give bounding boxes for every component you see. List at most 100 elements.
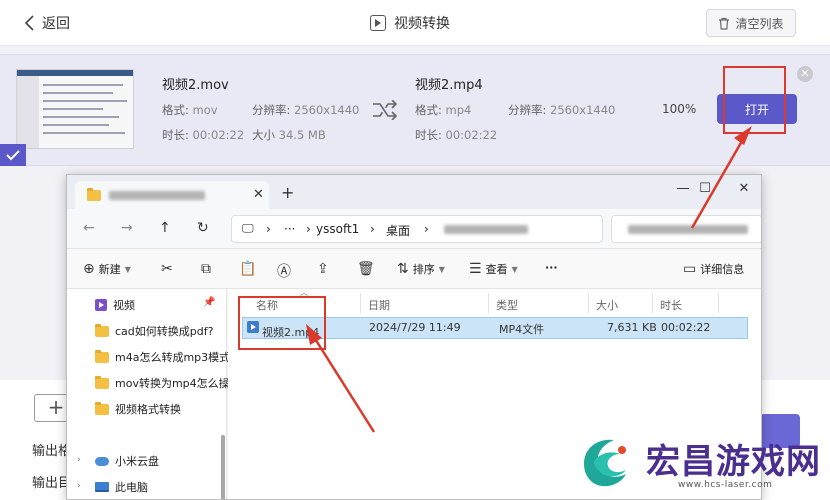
selected-check-badge[interactable] [0, 144, 26, 166]
file-duration: 00:02:22 [661, 321, 711, 334]
paste-button[interactable]: 📋 [239, 261, 256, 277]
expand-chevron-icon[interactable]: › [77, 481, 81, 491]
source-size: 大小 34.5 MB [252, 128, 326, 142]
forward-arrow-icon[interactable]: → [121, 220, 133, 236]
pin-icon: 📌 [203, 297, 216, 308]
target-format: 格式: mp4 [415, 103, 472, 117]
details-label: 详细信息 [700, 263, 745, 276]
trash-icon: 🗑 [357, 261, 375, 277]
app-title: 视频转换 [370, 13, 450, 33]
share-icon: ⇪ [317, 261, 329, 277]
computer-icon: 🖵 [242, 221, 254, 235]
nav-item-label: 视频 [113, 299, 135, 312]
window-close-icon[interactable]: ✕ [734, 181, 754, 196]
column-header-date[interactable]: 日期 [368, 297, 390, 313]
view-button[interactable]: ☰ 查看 ▼ [469, 261, 518, 277]
more-button[interactable]: ··· [545, 261, 558, 274]
sort-icon: ⇅ [397, 261, 409, 277]
address-bar[interactable]: 🖵 › ··· › yssoft1 › 桌面 › [231, 215, 603, 243]
search-box[interactable] [611, 215, 761, 243]
breadcrumb-sep: › [306, 222, 311, 236]
breadcrumb-user[interactable]: yssoft1 [316, 222, 359, 236]
chevron-left-icon [24, 15, 34, 31]
nav-item-folder[interactable]: mov转换为mp4怎么操作 [95, 375, 241, 391]
source-format: 格式: mov [162, 103, 218, 117]
view-list-icon: ☰ [469, 261, 482, 277]
back-arrow-icon[interactable]: ← [83, 220, 95, 236]
clear-list-label: 清空列表 [735, 16, 784, 31]
breadcrumb-desktop[interactable]: 桌面 [386, 222, 410, 239]
column-header-type[interactable]: 类型 [496, 297, 518, 313]
cut-button[interactable]: ✂ [161, 261, 173, 277]
nav-item-cloud[interactable]: 小米云盘 [95, 453, 159, 469]
sort-button[interactable]: ⇅ 排序 ▼ [397, 261, 445, 277]
source-resolution: 分辨率: 2560x1440 [252, 103, 360, 117]
progress-percent: 100% [662, 102, 697, 116]
breadcrumb-sep: › [370, 222, 375, 236]
more-icon: ··· [545, 261, 558, 274]
file-date: 2024/7/29 11:49 [369, 321, 461, 334]
scissors-icon: ✂ [161, 261, 173, 277]
nav-item-label: 小米云盘 [115, 455, 159, 468]
cloud-icon [95, 456, 109, 466]
copy-icon: ⧉ [201, 261, 211, 277]
command-bar: ⊕ 新建 ▼ ✂ ⧉ 📋 Ⓐ ⇪ 🗑 ⇅ 排序 ▼ ☰ 查看 ▼ ··· ▭ 详… [67, 249, 761, 289]
new-button[interactable]: ⊕ 新建 ▼ [83, 261, 131, 277]
video-folder-icon [95, 299, 107, 311]
column-header-size[interactable]: 大小 [596, 297, 618, 313]
target-file-name: 视频2.mp4 [415, 78, 483, 93]
computer-icon [95, 482, 109, 492]
file-type: MP4文件 [499, 323, 545, 336]
annotation-box-file [238, 296, 326, 350]
chevron-down-icon: ▼ [124, 264, 131, 274]
explorer-titlebar: ✕ + — ☐ ✕ [67, 175, 761, 209]
annotation-box-open-button [723, 66, 786, 134]
page-title: 视频转换 [394, 16, 450, 32]
rename-button[interactable]: Ⓐ [277, 261, 291, 281]
search-placeholder-blurred [628, 225, 748, 234]
copy-button[interactable]: ⧉ [201, 261, 211, 277]
file-size: 7,631 KB [607, 321, 657, 334]
minimize-icon[interactable]: — [673, 181, 693, 196]
nav-item-this-pc[interactable]: 此电脑 [95, 479, 148, 495]
share-button[interactable]: ⇪ [317, 261, 329, 277]
breadcrumb-ellipsis[interactable]: ··· [284, 222, 295, 236]
watermark-url: www.hcs-laser.com [678, 480, 773, 490]
breadcrumb-sep: › [424, 222, 429, 236]
folder-icon [95, 349, 109, 363]
checkmark-icon [6, 150, 20, 161]
back-button[interactable]: 返回 [24, 13, 70, 33]
nav-item-folder[interactable]: m4a怎么转成mp3模式? [95, 349, 236, 365]
nav-item-videos[interactable]: 视频 [95, 297, 135, 313]
source-duration: 时长: 00:02:22 [162, 128, 245, 142]
nav-item-label: mov转换为mp4怎么操作 [115, 377, 241, 390]
video-convert-icon [370, 15, 386, 31]
nav-item-folder[interactable]: cad如何转换成pdf? [95, 323, 213, 339]
watermark-text: 宏昌游戏网 [646, 442, 821, 482]
nav-item-label: m4a怎么转成mp3模式? [115, 351, 236, 364]
up-arrow-icon[interactable]: ↑ [159, 220, 171, 236]
delete-button[interactable]: 🗑 [357, 261, 375, 277]
maximize-icon[interactable]: ☐ [695, 181, 715, 196]
details-button[interactable]: ▭ 详细信息 [683, 261, 744, 277]
watermark-logo-icon [584, 439, 626, 487]
tab-close-icon[interactable]: ✕ [253, 187, 264, 202]
expand-chevron-icon[interactable]: › [77, 455, 81, 465]
nav-item-label: cad如何转换成pdf? [115, 325, 214, 338]
navigation-pane: 视频 📌 cad如何转换成pdf? m4a怎么转成mp3模式? mov转换为mp… [67, 289, 241, 499]
new-tab-button[interactable]: + [281, 183, 294, 202]
explorer-tab[interactable]: ✕ [75, 181, 269, 209]
remove-job-icon[interactable]: ✕ [797, 66, 813, 82]
nav-item-label: 视频格式转换 [115, 403, 181, 416]
clear-list-button[interactable]: 清空列表 [706, 9, 796, 37]
swap-arrows-icon [373, 100, 398, 120]
refresh-icon[interactable]: ↻ [197, 220, 209, 236]
paste-icon: 📋 [239, 261, 257, 277]
target-resolution: 分辨率: 2560x1440 [508, 103, 616, 117]
nav-item-folder[interactable]: 视频格式转换 [95, 401, 181, 417]
plus-circle-icon: ⊕ [83, 261, 95, 277]
trash-icon [719, 17, 730, 30]
folder-icon [95, 375, 109, 389]
nav-scrollbar[interactable] [221, 435, 225, 499]
column-header-duration[interactable]: 时长 [660, 297, 682, 313]
